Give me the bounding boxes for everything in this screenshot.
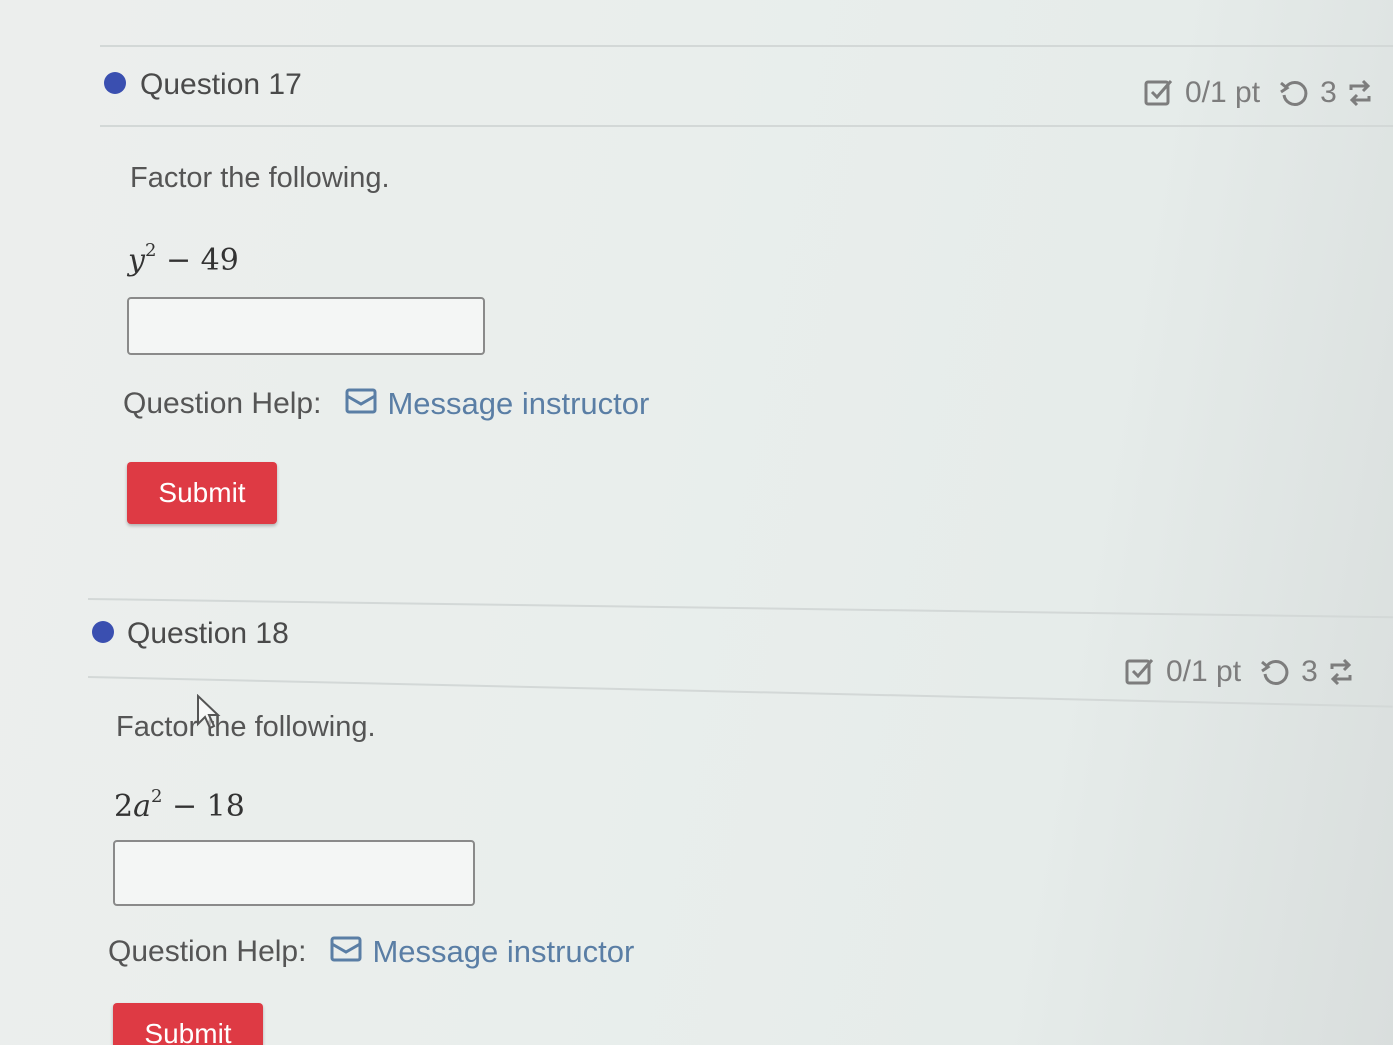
question-help: Question Help: Message instructor — [123, 386, 649, 422]
refresh-icon[interactable] — [1347, 78, 1373, 108]
expression-variable: a — [133, 789, 151, 824]
attempts-count: 3 — [1301, 655, 1318, 688]
question-meta: 0/1 pt 3 — [1143, 76, 1373, 110]
retry-icon[interactable] — [1259, 656, 1291, 688]
score-text: 0/1 pt — [1166, 655, 1242, 688]
section-divider — [87, 598, 1393, 619]
question-title: Question 17 — [140, 68, 302, 101]
expression-exponent: 2 — [144, 240, 157, 261]
expression-rest: − 49 — [165, 243, 239, 278]
submit-button[interactable]: Submit — [127, 462, 277, 524]
message-instructor-label: Message instructor — [372, 934, 635, 969]
score-text: 0/1 pt — [1185, 76, 1261, 109]
math-expression: y2 − 49 — [128, 240, 239, 278]
envelope-icon — [330, 934, 362, 970]
expression-coefficient: 2 — [114, 789, 134, 824]
retry-icon[interactable] — [1278, 77, 1310, 109]
expression-variable: y — [128, 243, 145, 278]
top-divider — [100, 45, 1393, 47]
message-instructor-link[interactable]: Message instructor — [330, 934, 634, 970]
answer-input[interactable] — [127, 297, 485, 355]
refresh-icon[interactable] — [1328, 657, 1354, 687]
checkbox-edit-icon — [1124, 656, 1156, 688]
question-title: Question 18 — [127, 617, 289, 650]
attempts-count: 3 — [1320, 76, 1337, 109]
question-meta: 0/1 pt 3 — [1124, 655, 1354, 689]
mouse-cursor-icon — [197, 694, 221, 730]
question-prompt: Factor the following. — [116, 711, 376, 743]
envelope-icon — [345, 386, 377, 422]
question-prompt: Factor the following. — [130, 162, 390, 194]
math-expression: 2a2 − 18 — [114, 786, 245, 824]
message-instructor-label: Message instructor — [387, 386, 650, 421]
checkbox-edit-icon — [1143, 77, 1175, 109]
submit-button[interactable]: Submit — [113, 1003, 263, 1045]
question-help: Question Help: Message instructor — [108, 934, 634, 970]
question-status-dot — [104, 72, 126, 94]
question-help-label: Question Help: — [123, 387, 322, 420]
question-help-label: Question Help: — [108, 935, 307, 968]
answer-input[interactable] — [113, 840, 475, 906]
expression-exponent: 2 — [150, 786, 163, 807]
question-status-dot — [92, 621, 114, 643]
header-divider — [100, 125, 1393, 127]
message-instructor-link[interactable]: Message instructor — [345, 386, 649, 422]
expression-rest: − 18 — [171, 789, 245, 824]
